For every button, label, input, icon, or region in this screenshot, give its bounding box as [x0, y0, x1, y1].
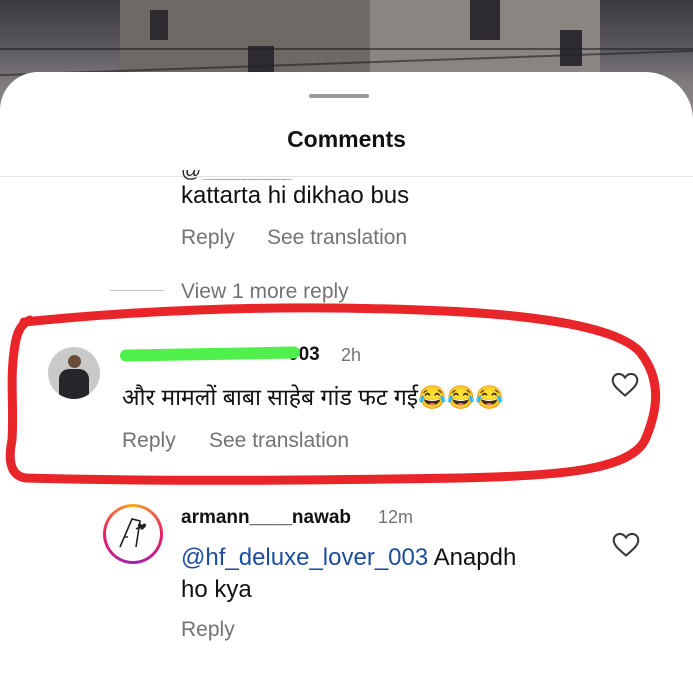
reply-button[interactable]: Reply [122, 429, 176, 453]
window-shape [470, 0, 500, 40]
doodle-avatar-icon [119, 518, 147, 548]
heart-icon[interactable] [612, 532, 640, 558]
see-translation-button[interactable]: See translation [209, 429, 349, 453]
view-replies-line [110, 290, 164, 291]
view-more-replies[interactable]: View 1 more reply [181, 280, 349, 304]
avatar-inner [106, 507, 160, 561]
avatar-head [68, 355, 81, 368]
window-shape [150, 10, 168, 40]
prev-reply-text: kattarta hi dikhao bus [181, 182, 410, 209]
mention-link[interactable]: @hf_deluxe_lover_003 [181, 544, 428, 571]
sheet-title: Comments [287, 126, 406, 152]
drag-handle[interactable] [309, 94, 369, 98]
reply-text-line2: ho kya [181, 576, 252, 603]
comment-text: और मामलों बाबा साहेब गांड फट गई😂😂😂 [122, 384, 505, 410]
reply-avatar[interactable] [103, 504, 163, 564]
avatar-body [59, 369, 89, 399]
reply-time: 12m [378, 507, 414, 527]
reply-username[interactable]: armann____nawab [181, 507, 351, 529]
see-translation-button[interactable]: See translation [267, 226, 407, 250]
reply-button[interactable]: Reply [181, 618, 235, 642]
heart-icon[interactable] [611, 372, 639, 398]
reply-text-line1: @hf_deluxe_lover_003 Anapdh [181, 544, 516, 572]
wire-line [0, 48, 693, 50]
reply-button[interactable]: Reply [181, 226, 235, 250]
avatar[interactable] [48, 347, 100, 399]
reply-text: Anapdh [433, 544, 517, 571]
comment-time: 2h [341, 345, 362, 365]
cutoff-text: @ ̲ ̲ ̲ ̲ ̲ ̲ ̲ ̲ ̲ ̲ ̲ ̲ ̲ [181, 170, 431, 180]
